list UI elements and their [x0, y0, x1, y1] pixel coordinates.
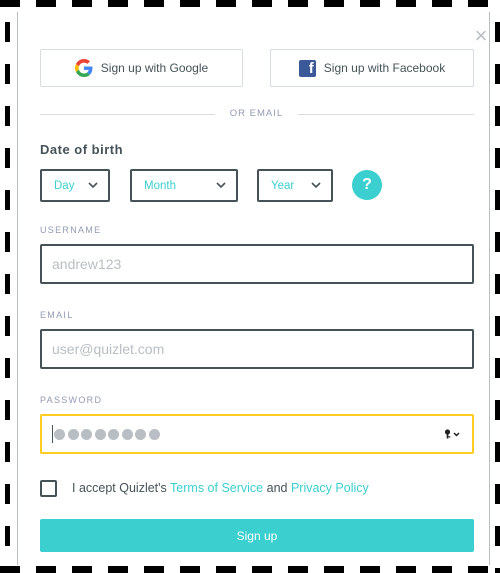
dob-month-value: Month	[144, 179, 176, 192]
password-mask-dot	[54, 428, 65, 440]
close-icon[interactable]: ×	[472, 25, 490, 47]
email-label: EMAIL	[40, 310, 74, 320]
username-label: USERNAME	[40, 225, 102, 235]
text-caret	[52, 425, 53, 443]
or-email-divider: OR EMAIL	[229, 108, 284, 119]
password-mask-dot	[135, 428, 146, 440]
chevron-down-icon	[216, 182, 226, 189]
password-mask-dot	[148, 428, 160, 440]
facebook-signup-label: Sign up with Facebook	[323, 61, 446, 75]
dob-heading: Date of birth	[40, 142, 124, 157]
frame-dashes-left	[5, 0, 10, 573]
password-mask-dot	[121, 428, 133, 440]
facebook-signup-button[interactable]: f Sign up with Facebook	[270, 49, 474, 87]
facebook-icon: f	[298, 59, 316, 77]
password-mask-dot	[67, 428, 79, 440]
terms-of-service-link[interactable]: Terms of Service	[170, 481, 263, 495]
dob-year-value: Year	[271, 179, 295, 192]
dob-day-select[interactable]: Day	[40, 169, 110, 202]
dob-month-select[interactable]: Month	[130, 169, 238, 202]
password-mask	[54, 428, 444, 440]
frame-dashes-top	[0, 0, 500, 7]
username-input[interactable]	[40, 244, 474, 284]
frame-dashes-right	[495, 0, 500, 573]
privacy-policy-link[interactable]: Privacy Policy	[291, 481, 369, 495]
password-mask-dot	[81, 428, 92, 440]
signup-button[interactable]: Sign up	[40, 519, 474, 552]
google-signup-label: Sign up with Google	[100, 61, 209, 75]
dob-year-select[interactable]: Year	[257, 169, 333, 202]
dob-day-value: Day	[54, 179, 75, 192]
google-icon	[74, 59, 93, 77]
chevron-down-icon	[88, 182, 98, 189]
google-signup-button[interactable]: Sign up with Google	[40, 49, 243, 87]
key-icon[interactable]	[444, 428, 462, 440]
terms-text: I accept Quizlet's Terms of Service and …	[72, 481, 369, 495]
chevron-down-icon	[311, 182, 321, 189]
password-mask-dot	[108, 428, 119, 440]
help-icon[interactable]: ?	[352, 170, 382, 200]
password-mask-dot	[94, 428, 106, 440]
terms-checkbox[interactable]	[40, 480, 57, 497]
email-input[interactable]	[40, 329, 474, 369]
terms-prefix: I accept Quizlet's	[72, 481, 171, 495]
terms-middle: and	[263, 481, 291, 495]
password-input[interactable]	[40, 414, 474, 454]
divider-line-right	[298, 114, 474, 115]
password-label: PASSWORD	[40, 395, 103, 405]
divider-line-left	[40, 114, 215, 115]
frame-dashes-bottom	[0, 566, 500, 573]
